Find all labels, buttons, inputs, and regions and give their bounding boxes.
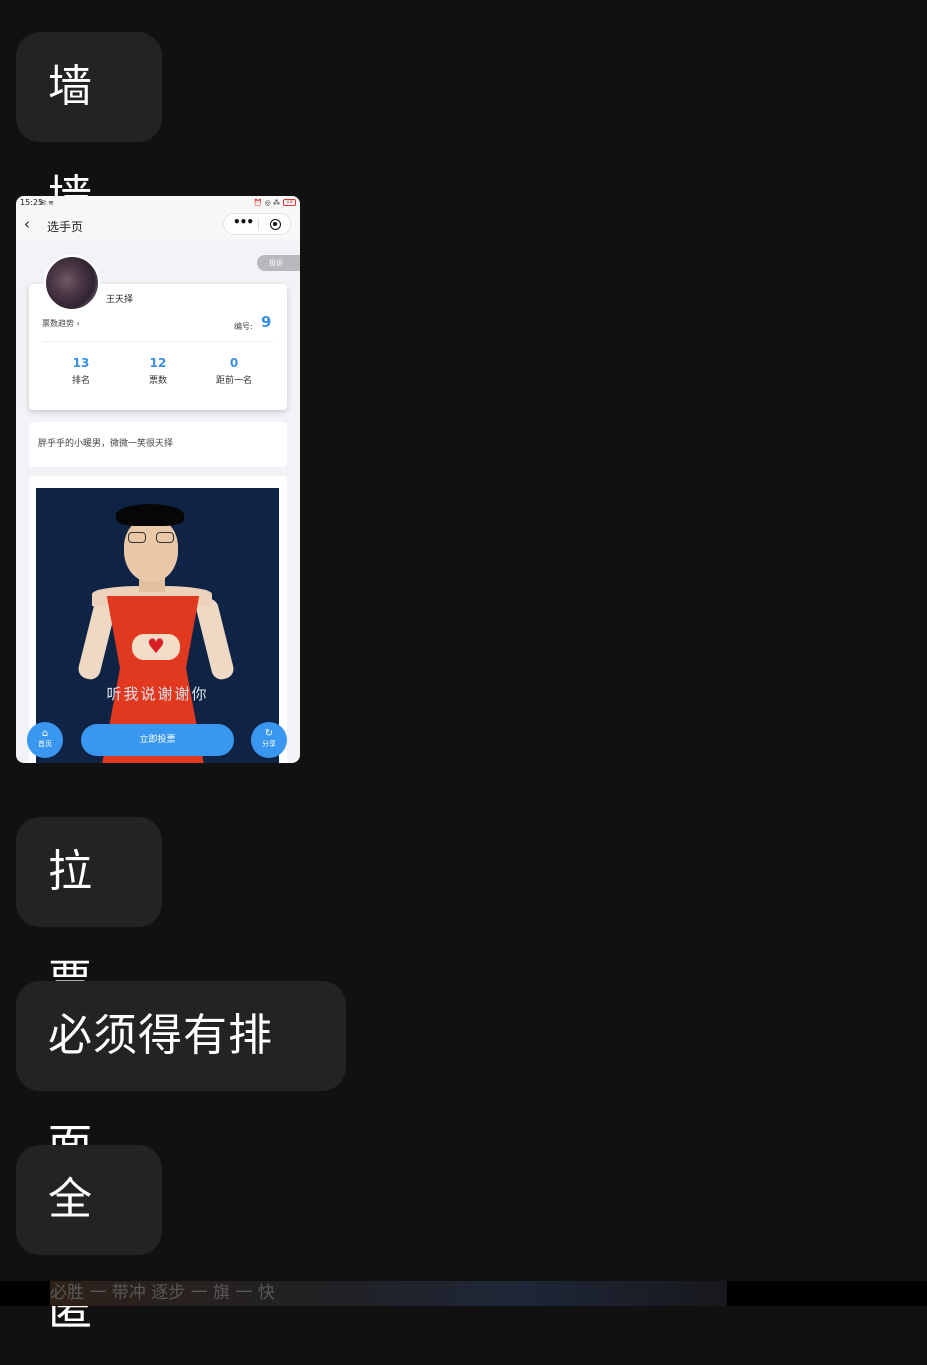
stat-votes: 12 票数	[128, 356, 188, 387]
number-value: 9	[261, 313, 272, 331]
stat-value: 0	[229, 356, 239, 370]
status-bar: 15:25 ✉ ≋ ⏰ ◎ ⁂ 19	[16, 196, 300, 210]
stat-label: 票数	[148, 376, 167, 386]
home-label: 首页	[38, 740, 52, 748]
avatar	[44, 255, 100, 311]
stat-value: 13	[72, 356, 90, 370]
stat-rank: 13 排名	[51, 356, 111, 387]
number-label: 编号:	[234, 322, 253, 331]
share-button[interactable]: ↻ 分享	[251, 722, 287, 758]
capsule-divider	[258, 219, 259, 230]
vote-button[interactable]: 立即投票	[81, 724, 234, 756]
chevron-right-icon: ›	[76, 319, 80, 328]
photo-hair	[116, 504, 184, 526]
mini-program-capsule[interactable]: •••	[223, 213, 291, 235]
photo-caption: 听我说谢谢你	[106, 685, 209, 703]
photo-face	[124, 518, 178, 582]
description-text: 胖乎乎的小暖男，微微一笑很天择	[38, 439, 174, 449]
message-bubble-1: 墙墙	[16, 32, 162, 222]
chevron-left-icon[interactable]: ‹	[24, 216, 30, 232]
stat-label: 排名	[71, 376, 90, 386]
bottom-cropped-strip: 必胜 一 带冲 逐步 一 旗 一 快	[0, 1281, 927, 1306]
battery-icon: 19	[283, 199, 296, 206]
message-bubble-3: 必须得有排面	[16, 981, 346, 1171]
contestant-photo: ♥ 听我说谢谢你	[36, 488, 279, 763]
photo-glasses	[128, 532, 176, 544]
contestant-name: 王天择	[106, 295, 134, 305]
vote-trend-link[interactable]: 票数趋势 ›	[42, 318, 80, 329]
home-icon: ⌂	[41, 728, 49, 739]
vote-trend-label: 票数趋势	[42, 319, 74, 328]
heart-icon: ♥	[147, 634, 165, 658]
target-circle-icon[interactable]	[270, 219, 281, 230]
page-title: 选手页	[47, 220, 84, 234]
stat-value: 12	[149, 356, 167, 370]
status-icons-left: ✉ ≋	[40, 199, 54, 207]
shared-screenshot[interactable]: 15:25 ✉ ≋ ⏰ ◎ ⁂ 19 ‹ 选手页 ••• 投诉 王天择 票数趋势…	[16, 196, 300, 763]
more-dots-icon[interactable]: •••	[233, 215, 254, 229]
bottom-strip-text: 必胜 一 带冲 逐步 一 旗 一 快	[50, 1281, 727, 1306]
share-label: 分享	[262, 740, 276, 748]
description-card: 胖乎乎的小暖男，微微一笑很天择	[29, 422, 287, 467]
share-icon: ↻	[264, 728, 274, 739]
complain-button[interactable]: 投诉	[257, 255, 300, 271]
stat-gap: 0 距前一名	[204, 356, 264, 387]
nav-bar: ‹ 选手页 •••	[16, 210, 300, 240]
stat-label: 距前一名	[215, 376, 252, 386]
status-icons-right: ⏰ ◎ ⁂	[253, 199, 280, 207]
message-bubble-4: 全匿	[16, 1145, 162, 1335]
photo-arm-right	[194, 596, 236, 682]
home-button[interactable]: ⌂ 首页	[27, 722, 63, 758]
message-bubble-2: 拉票	[16, 817, 162, 1007]
card-divider	[43, 341, 273, 342]
